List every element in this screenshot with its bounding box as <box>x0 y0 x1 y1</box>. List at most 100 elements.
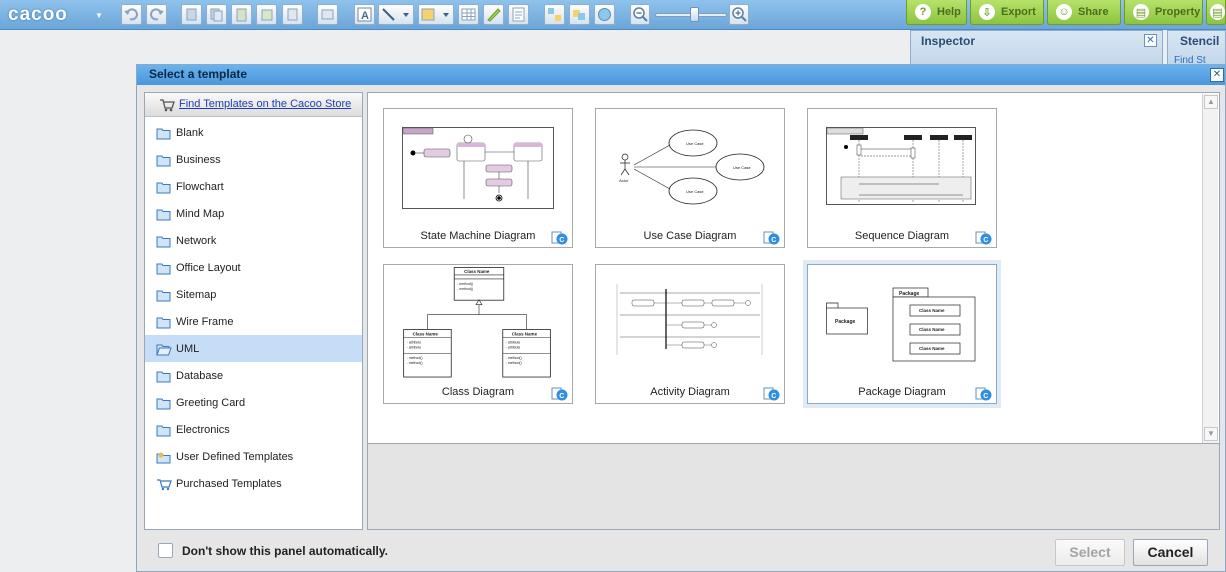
export-button[interactable]: ⇩ Export <box>970 0 1044 25</box>
template-label: Sequence Diagram <box>854 230 950 242</box>
template-card-activity[interactable]: Activity Diagram C <box>595 264 785 404</box>
top-toolbar: cacoo ▼ A ? Help ⇩ Export ☺ Share ▤ Prop… <box>0 0 1226 30</box>
table-tool-button[interactable] <box>458 4 479 25</box>
logo-menu-caret-icon[interactable]: ▼ <box>95 11 103 20</box>
svg-text:- method(): - method() <box>407 356 423 360</box>
text-tool-button[interactable]: A <box>354 4 375 25</box>
group-button[interactable] <box>569 4 590 25</box>
align-button[interactable] <box>544 4 565 25</box>
zoom-in-button[interactable] <box>729 4 749 25</box>
category-label: Database <box>176 369 224 382</box>
more-button[interactable]: ▤ <box>1206 0 1226 25</box>
cart-icon <box>160 99 175 112</box>
svg-text:- attribute: - attribute <box>407 345 422 349</box>
zoom-out-icon <box>633 7 648 22</box>
delete-button[interactable] <box>282 4 303 25</box>
category-item-blank[interactable]: Blank <box>145 119 362 146</box>
scroll-down-icon[interactable]: ▼ <box>1204 427 1218 441</box>
redo-button[interactable] <box>146 4 167 25</box>
paste-button[interactable] <box>231 4 252 25</box>
folder-icon <box>156 397 171 410</box>
shape-tool-button[interactable] <box>418 4 454 25</box>
zoom-out-button[interactable] <box>630 4 650 25</box>
cacoo-icon: C <box>551 231 568 245</box>
category-label: Office Layout <box>176 261 241 274</box>
category-item-network[interactable]: Network <box>145 227 362 254</box>
duplicate-button[interactable] <box>256 4 277 25</box>
select-button[interactable]: Select <box>1055 539 1125 566</box>
category-item-uml[interactable]: UML <box>145 335 362 362</box>
category-item-office-layout[interactable]: Office Layout <box>145 254 362 281</box>
dont-show-checkbox[interactable] <box>158 543 173 558</box>
paste-icon <box>236 8 247 22</box>
info-icon <box>598 8 611 21</box>
cacoo-logo[interactable]: cacoo <box>8 4 68 26</box>
line-tool-button[interactable] <box>378 4 414 25</box>
template-label: State Machine Diagram <box>420 230 536 242</box>
category-item-mind-map[interactable]: Mind Map <box>145 200 362 227</box>
property-button[interactable]: ▤ Property <box>1124 0 1203 25</box>
template-label: Use Case Diagram <box>643 230 737 242</box>
svg-text:C: C <box>771 393 776 400</box>
inspector-title: Inspector <box>921 34 976 48</box>
note-tool-button[interactable] <box>508 4 529 25</box>
svg-text:Class Name: Class Name <box>919 308 945 313</box>
inspector-close-icon[interactable]: ✕ <box>1144 34 1157 47</box>
svg-text:C: C <box>983 393 988 400</box>
template-label: Package Diagram <box>858 386 946 398</box>
category-item-electronics[interactable]: Electronics <box>145 416 362 443</box>
category-item-sitemap[interactable]: Sitemap <box>145 281 362 308</box>
undo-button[interactable] <box>121 4 142 25</box>
category-item-business[interactable]: Business <box>145 146 362 173</box>
find-templates-store-link[interactable]: Find Templates on the Cacoo Store <box>179 98 351 110</box>
svg-text:- method(): - method() <box>457 282 473 286</box>
folder-icon <box>156 127 171 140</box>
category-label: Network <box>176 234 217 247</box>
template-card-class[interactable]: Class Name - method() - method() Class N… <box>383 264 573 404</box>
template-area: State Machine Diagram C Actor Use Case U… <box>367 92 1220 530</box>
category-label: User Defined Templates <box>176 450 294 463</box>
cancel-button[interactable]: Cancel <box>1133 539 1208 566</box>
share-button[interactable]: ☺ Share <box>1047 0 1121 25</box>
category-item-greeting-card[interactable]: Greeting Card <box>145 389 362 416</box>
image-button[interactable] <box>317 4 338 25</box>
svg-text:A: A <box>361 10 369 22</box>
template-grid-scrollbar[interactable]: ▲ ▼ <box>1202 94 1218 443</box>
category-item-database[interactable]: Database <box>145 362 362 389</box>
template-card-state-machine[interactable]: State Machine Diagram C <box>383 108 573 248</box>
folder-icon <box>156 424 171 437</box>
select-template-dialog: Select a template ✕ Find Templates on th… <box>136 64 1226 572</box>
category-label: Flowchart <box>176 180 224 193</box>
delete-icon <box>287 8 298 21</box>
pen-tool-button[interactable] <box>483 4 504 25</box>
category-item-purchased-templates[interactable]: Purchased Templates <box>145 470 362 497</box>
dialog-close-icon[interactable]: ✕ <box>1210 68 1224 82</box>
class-thumbnail: Class Name - method() - method() Class N… <box>403 267 551 378</box>
cacoo-icon: C <box>975 387 992 401</box>
category-item-wire-frame[interactable]: Wire Frame <box>145 308 362 335</box>
template-card-sequence[interactable]: Sequence Diagram C <box>807 108 997 248</box>
svg-text:C: C <box>983 237 988 244</box>
table-icon <box>461 8 476 21</box>
category-label: Blank <box>176 126 204 139</box>
stencil-title: Stencil <box>1180 34 1220 48</box>
info-button[interactable] <box>594 4 615 25</box>
category-item-user-defined-templates[interactable]: User Defined Templates <box>145 443 362 470</box>
cut-icon <box>186 8 197 21</box>
scroll-up-icon[interactable]: ▲ <box>1204 95 1218 109</box>
dialog-title: Select a template <box>149 67 248 81</box>
category-item-flowchart[interactable]: Flowchart <box>145 173 362 200</box>
copy-button[interactable] <box>206 4 227 25</box>
zoom-slider-handle[interactable] <box>690 7 699 22</box>
stencil-panel: Stencil Find St <box>1167 30 1226 66</box>
template-card-use-case[interactable]: Actor Use Case Use Case Use Case Use Cas… <box>595 108 785 248</box>
svg-text:- method(): - method() <box>506 356 522 360</box>
pencil-icon <box>487 8 501 22</box>
copy-icon <box>210 8 223 22</box>
help-button[interactable]: ? Help <box>906 0 967 25</box>
cut-button[interactable] <box>181 4 202 25</box>
template-card-package[interactable]: Package Package Class Name Class Name Cl… <box>807 264 997 404</box>
cacoo-icon: C <box>551 387 568 401</box>
template-label: Class Diagram <box>441 386 515 398</box>
folder-icon <box>156 235 171 248</box>
